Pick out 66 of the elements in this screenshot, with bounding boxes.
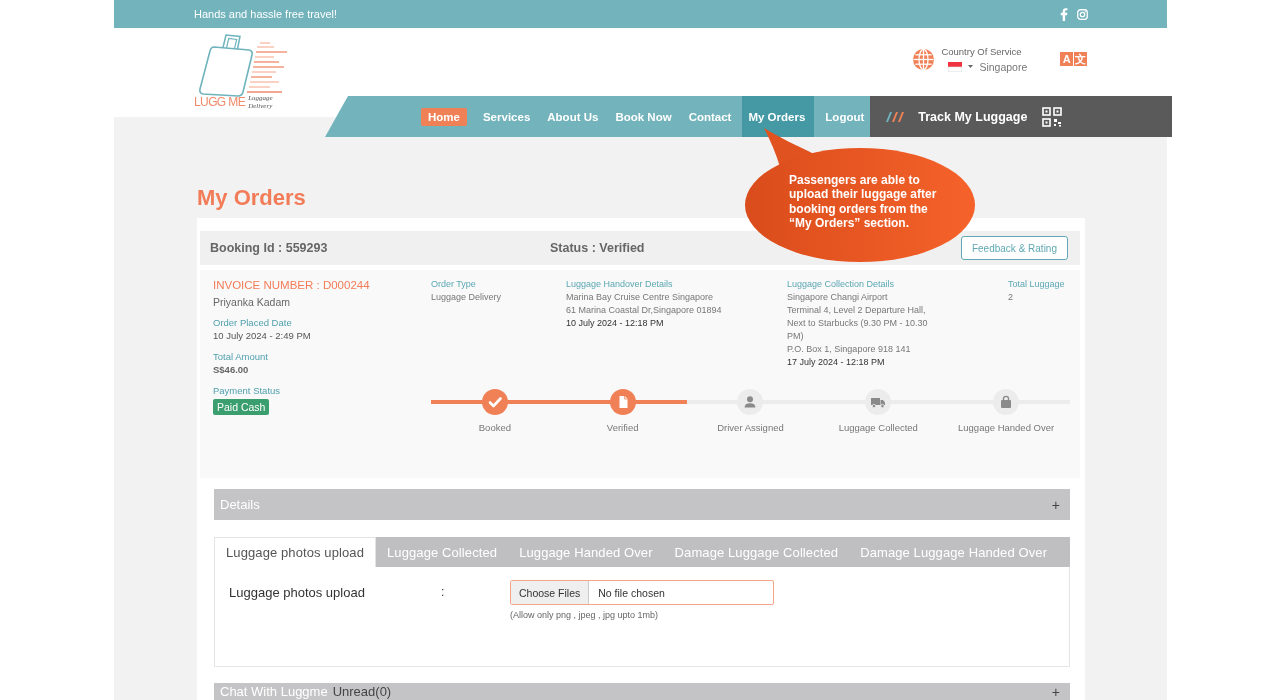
info-text: 61 Marina Coastal Dr,Singapore 01894	[566, 303, 723, 317]
tab[interactable]: Luggage Handed Over	[508, 537, 664, 567]
callout-text: Passengers are able to upload their luggage after booking orders from the “My Orders” section.	[789, 173, 938, 231]
feedback-button[interactable]: Feedback & Rating	[960, 236, 1068, 260]
amount-value: S$46.00	[213, 363, 250, 377]
file-status-text: No file chosen	[597, 585, 665, 601]
stripes-icon	[885, 111, 906, 122]
file-upload-field[interactable]: Choose Files No file chosen	[510, 580, 774, 605]
customer-name: Priyanka Kadam	[213, 295, 292, 309]
tab[interactable]: Luggage photos upload	[214, 537, 376, 567]
info-text: 2	[1008, 290, 1014, 304]
choose-files-button[interactable]: Choose Files	[511, 581, 590, 604]
nav-item[interactable]: About Us	[541, 107, 605, 126]
step-label: Verified	[605, 422, 640, 434]
step-label: Luggage Handed Over	[957, 422, 1056, 434]
tab[interactable]: Damage Luggage Handed Over	[849, 537, 1059, 567]
info-text: P.O. Box 1, Singapore 918 141	[787, 342, 912, 356]
nav-item[interactable]: My Orders	[742, 96, 815, 137]
flag-icon	[948, 61, 963, 72]
qr-code-icon	[1042, 106, 1063, 127]
details-accordion[interactable]: Details +	[214, 489, 1070, 520]
track-luggage-button[interactable]: Track My Luggage	[870, 96, 1173, 137]
globe-icon	[913, 48, 935, 70]
tab[interactable]: Damage Luggage Collected	[663, 537, 850, 567]
field-label: Order Placed Date	[213, 317, 293, 329]
plus-sign: +	[1051, 496, 1060, 513]
hint-text: (Allow only png , jpeg , jpg upto 1mb)	[510, 610, 659, 621]
info-label: Total Luggage	[1008, 278, 1066, 291]
label-colon: :	[441, 584, 446, 601]
info-text: Singapore Changi Airport	[787, 290, 889, 304]
step-label: Driver Assigned	[716, 422, 785, 434]
logo-wordmark: LUGG ME	[194, 95, 246, 110]
invoice-number: INVOICE NUMBER : D000244	[213, 278, 371, 293]
nav-item[interactable]: Contact	[682, 107, 738, 126]
instagram-icon[interactable]	[1077, 8, 1088, 20]
info-label: Luggage Handover Details	[566, 278, 674, 291]
field-label: Luggage photos upload	[229, 584, 366, 602]
info-date: 17 July 2024 - 12:18 PM	[787, 355, 886, 369]
chat-accordion[interactable]: Chat With Luggme Unread(0) +	[214, 683, 1070, 700]
nav-item[interactable]: Book Now	[609, 107, 678, 126]
step-label: Luggage Collected	[837, 422, 919, 434]
field-value: 10 July 2024 - 2:49 PM	[213, 329, 312, 343]
info-date: 10 July 2024 - 12:18 PM	[566, 316, 665, 330]
nav-item[interactable]: Home	[421, 107, 467, 126]
booking-id-text: Booking Id : 559293	[210, 241, 329, 255]
country-select[interactable]: Singapore	[941, 60, 1028, 73]
unread-count: Unread(0)	[332, 685, 392, 699]
info-label: Order Type	[431, 278, 477, 291]
caret-icon	[968, 65, 974, 68]
field-label: Total Amount	[213, 351, 269, 363]
payment-status-badge: Paid Cash	[213, 399, 270, 415]
nav-item[interactable]: Logout	[819, 107, 871, 126]
info-text: Marina Bay Cruise Centre Singapore	[566, 290, 715, 304]
field-label: Payment Status	[213, 385, 282, 397]
info-text: Luggage Delivery	[431, 290, 503, 304]
plus-sign: +	[1051, 685, 1060, 699]
country-label: Country Of Service	[941, 45, 1023, 57]
step-label: Booked	[477, 422, 512, 434]
info-label: Luggage Collection Details	[787, 278, 896, 291]
nav-item[interactable]: Services	[476, 107, 537, 126]
facebook-icon[interactable]	[1060, 7, 1068, 21]
page-title: My Orders	[197, 185, 306, 211]
status-text: Status : Verified	[550, 241, 646, 255]
info-text: Terminal 4, Level 2 Departure Hall, Next to Starbucks (9.30 PM - 10.30 PM)	[787, 303, 929, 343]
tab[interactable]: Luggage Collected	[376, 537, 509, 567]
tagline-text: Hands and hassle free travel!	[194, 8, 339, 20]
